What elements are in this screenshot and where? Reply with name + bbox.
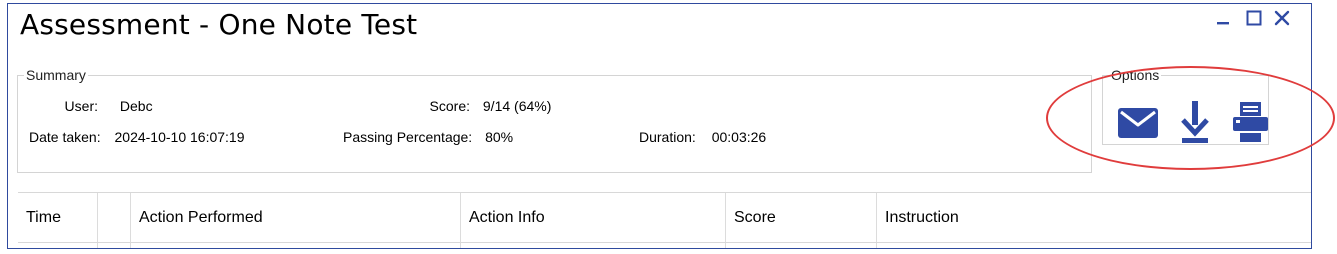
results-table: Time Action Performed Action Info Score … <box>18 192 1311 248</box>
maximize-button[interactable] <box>1244 8 1264 28</box>
row-time-text: 2024-10 <box>22 246 77 248</box>
table-row[interactable]: 2024-10 <box>18 242 1311 248</box>
score-label: Score: <box>429 98 470 114</box>
passing-value: 80% <box>485 129 514 145</box>
window-title: Assessment - One Note Test <box>20 8 418 41</box>
col-header-action-performed[interactable]: Action Performed <box>131 193 461 242</box>
duration-value: 00:03:26 <box>711 129 767 145</box>
mail-icon <box>1118 108 1158 138</box>
print-button[interactable] <box>1231 100 1269 144</box>
passing-field: Passing Percentage: 80% <box>343 129 513 145</box>
duration-label: Duration: <box>639 129 696 145</box>
passing-label: Passing Percentage: <box>343 129 473 145</box>
date-field: Date taken: 2024-10-10 16:07:19 <box>29 129 245 145</box>
close-button[interactable] <box>1272 8 1292 28</box>
download-icon <box>1181 101 1209 143</box>
col-header-action-info[interactable]: Action Info <box>461 193 726 242</box>
assessment-window: Assessment - One Note Test Summary User:… <box>7 3 1312 249</box>
user-label: User: <box>64 98 98 114</box>
date-value: 2024-10-10 16:07:19 <box>114 129 245 145</box>
options-legend: Options <box>1111 67 1160 83</box>
row-cell-blank <box>98 243 131 248</box>
maximize-icon <box>1246 10 1262 26</box>
download-button[interactable] <box>1179 100 1211 144</box>
score-field: Score: 9/14 (64%) <box>396 98 552 114</box>
summary-legend: Summary <box>26 67 86 83</box>
printer-icon <box>1233 102 1268 142</box>
minimize-button[interactable] <box>1213 8 1233 28</box>
options-group: Options <box>1102 68 1269 145</box>
summary-group: Summary User: Debc Date taken: 2024-10-1… <box>17 68 1092 173</box>
col-header-score[interactable]: Score <box>726 193 877 242</box>
row-cell-time: 2024-10 <box>18 243 98 248</box>
email-button[interactable] <box>1117 104 1159 142</box>
row-cell-score <box>726 243 877 248</box>
date-label: Date taken: <box>29 129 101 145</box>
minimize-icon <box>1217 22 1229 25</box>
duration-field: Duration: 00:03:26 <box>639 129 766 145</box>
col-header-time[interactable]: Time <box>18 193 98 242</box>
row-cell-info <box>461 243 726 248</box>
close-icon <box>1274 10 1290 26</box>
row-cell-action <box>131 243 461 248</box>
user-field: User: Debc <box>44 98 153 114</box>
col-header-blank[interactable] <box>98 193 131 242</box>
user-value: Debc <box>119 98 153 114</box>
score-value: 9/14 (64%) <box>482 98 552 114</box>
col-header-instruction[interactable]: Instruction <box>877 193 1311 242</box>
